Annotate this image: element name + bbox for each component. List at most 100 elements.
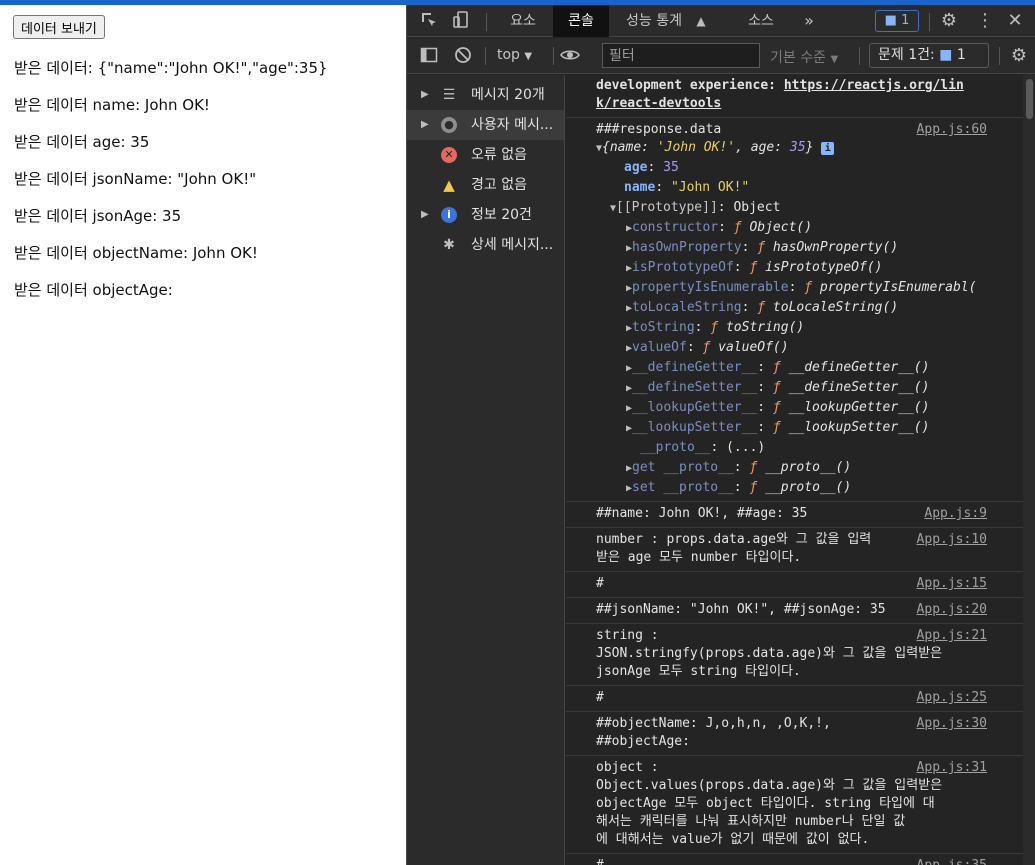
prototype-method-row[interactable]: ▶hasOwnProperty: ƒ hasOwnProperty() xyxy=(626,238,898,259)
received-objectname-line: 받은 데이터 objectName: John OK! xyxy=(14,244,258,262)
console-sidebar: ▶ ☰ 메시지 20개 ▶ ● 사용자 메시... ✕ 오류 없음 ▲ 경고 없… xyxy=(407,75,565,865)
issues-badge-count: 1 xyxy=(901,13,910,28)
setter-keyword: set xyxy=(632,480,656,495)
function-marker: ƒ xyxy=(772,420,789,435)
devtools-panel: 요소 콘솔 성능 통계 ▲ 소스 » ■ 1 ⚙ ⋮ ✕ top ▼ 기본 수준… xyxy=(406,5,1035,865)
source-link[interactable]: App.js:15 xyxy=(917,575,987,593)
getter-keyword: get xyxy=(632,460,656,475)
source-link[interactable]: App.js:35 xyxy=(917,857,987,865)
expand-arrow-icon[interactable]: ▶ xyxy=(421,200,429,230)
console-scrollbar[interactable] xyxy=(1023,75,1035,865)
user-icon: ● xyxy=(441,117,457,133)
preview-value: 35 xyxy=(789,140,806,155)
close-icon[interactable]: ✕ xyxy=(1005,11,1025,31)
tab-sources[interactable]: 소스 xyxy=(737,5,785,37)
source-link[interactable]: App.js:20 xyxy=(917,601,987,619)
property-value: Object xyxy=(733,200,781,215)
function-marker: ƒ xyxy=(702,340,719,355)
react-devtools-link[interactable]: https://reactjs.org/lin xyxy=(784,78,964,93)
source-link[interactable]: App.js:10 xyxy=(917,531,987,549)
function-marker: ƒ xyxy=(772,400,789,415)
sidebar-item-label: 경고 없음 xyxy=(471,177,527,193)
toolbar-separator xyxy=(999,47,1000,65)
function-marker: ƒ xyxy=(733,220,750,235)
sidebar-item-messages[interactable]: ▶ ☰ 메시지 20개 xyxy=(407,80,564,110)
source-link[interactable]: App.js:25 xyxy=(917,689,987,707)
prototype-method-row[interactable]: ▶__lookupSetter__: ƒ __lookupSetter__() xyxy=(626,418,929,439)
inspect-element-icon[interactable] xyxy=(419,11,439,31)
gear-icon[interactable]: ⚙ xyxy=(939,11,959,31)
prototype-method-row[interactable]: ▶toString: ƒ toString() xyxy=(626,318,804,339)
sidebar-item-user-messages[interactable]: ▶ ● 사용자 메시... xyxy=(407,110,564,140)
console-settings-gear-icon[interactable]: ⚙ xyxy=(1009,46,1029,66)
property-key: hasOwnProperty xyxy=(632,240,742,255)
prototype-method-row[interactable]: ▶isPrototypeOf: ƒ isPrototypeOf() xyxy=(626,258,883,279)
source-link[interactable]: App.js:60 xyxy=(917,121,987,139)
issues-count: 1 xyxy=(956,47,966,63)
property-value[interactable]: (...) xyxy=(726,440,765,455)
prototype-method-row[interactable]: ▶valueOf: ƒ valueOf() xyxy=(626,338,789,359)
property-key: isPrototypeOf xyxy=(632,260,734,275)
console-message: ##objectName: J,o,h,n, ,O,K,!, ##objectA… xyxy=(566,712,1023,756)
source-link[interactable]: App.js:31 xyxy=(917,759,987,777)
log-level-select[interactable]: 기본 수준 ▼ xyxy=(770,47,838,67)
log-level-label: 기본 수준 xyxy=(770,50,826,66)
sidebar-item-warnings[interactable]: ▲ 경고 없음 xyxy=(407,170,564,200)
prototype-method-row[interactable]: ▶__defineGetter__: ƒ __defineGetter__() xyxy=(626,358,929,379)
source-link[interactable]: App.js:9 xyxy=(924,505,987,523)
filter-input[interactable] xyxy=(602,43,760,68)
prototype-method-row[interactable]: ▶toLocaleString: ƒ toLocaleString() xyxy=(626,298,898,319)
tab-console[interactable]: 콘솔 xyxy=(553,5,609,37)
property-value: toLocaleString() xyxy=(772,300,899,315)
property-key: __defineGetter__ xyxy=(632,360,758,375)
more-options-icon[interactable]: ⋮ xyxy=(975,11,995,31)
react-devtools-link-continued[interactable]: k/react-devtools xyxy=(596,95,721,113)
source-link[interactable]: App.js:21 xyxy=(917,627,987,645)
clear-console-icon[interactable] xyxy=(453,46,473,66)
object-property-row[interactable]: ▶set __proto__: ƒ __proto__() xyxy=(626,478,851,499)
sidebar-toggle-icon[interactable] xyxy=(419,46,439,66)
property-key: propertyIsEnumerable xyxy=(632,280,789,295)
toolbar-separator xyxy=(553,47,554,65)
object-property-row[interactable]: ▶get __proto__: ƒ __proto__() xyxy=(626,458,851,479)
prototype-method-row[interactable]: ▶__lookupGetter__: ƒ __lookupGetter__() xyxy=(626,398,929,419)
source-link[interactable]: App.js:30 xyxy=(917,715,987,733)
more-tabs-button[interactable]: » xyxy=(795,5,823,37)
object-preview-row[interactable]: ▼{name: 'John OK!', age: 35} i xyxy=(596,138,835,159)
info-icon[interactable]: i xyxy=(821,142,835,155)
eye-icon[interactable] xyxy=(560,46,580,66)
console-message: development experience: https://reactjs.… xyxy=(566,75,1023,118)
expand-arrow-icon[interactable]: ▶ xyxy=(421,80,429,110)
expand-arrow-icon[interactable]: ▶ xyxy=(421,110,429,140)
issues-label: 문제 1건: xyxy=(878,47,935,63)
console-message: # App.js:25 xyxy=(566,686,1023,712)
context-select[interactable]: top ▼ xyxy=(497,47,532,63)
device-toolbar-icon[interactable] xyxy=(451,11,471,31)
console-message: object : Object.values(props.data.age)와 … xyxy=(566,756,1023,854)
issues-badge[interactable]: ■ 1 xyxy=(875,10,919,32)
console-message: ##jsonName: "John OK!", ##jsonAge: 35 App… xyxy=(566,598,1023,624)
sidebar-item-label: 상세 메시지... xyxy=(471,237,554,253)
send-data-button[interactable]: 데이터 보내기 xyxy=(13,15,105,39)
property-key: toString xyxy=(632,320,695,335)
received-objectage-line: 받은 데이터 objectAge: xyxy=(14,281,173,299)
tab-performance[interactable]: 성능 통계 xyxy=(619,5,689,37)
scrollbar-thumb[interactable] xyxy=(1026,79,1033,119)
prototype-method-row[interactable]: ▶propertyIsEnumerable: ƒ propertyIsEnume… xyxy=(626,278,976,299)
sidebar-item-errors[interactable]: ✕ 오류 없음 xyxy=(407,140,564,170)
prototype-method-row[interactable]: ▶constructor: ƒ Object() xyxy=(626,218,812,239)
received-jsonage-line: 받은 데이터 jsonAge: 35 xyxy=(14,207,182,225)
sidebar-item-info[interactable]: ▶ i 정보 20건 xyxy=(407,200,564,230)
prototype-method-row[interactable]: ▶__defineSetter__: ƒ __defineSetter__() xyxy=(626,378,929,399)
list-icon: ☰ xyxy=(442,87,456,103)
property-value: __lookupGetter__() xyxy=(788,400,930,415)
prototype-row[interactable]: ▼[[Prototype]]: Object xyxy=(610,198,780,219)
devtools-tab-bar: 요소 콘솔 성능 통계 ▲ 소스 » ■ 1 ⚙ ⋮ ✕ xyxy=(407,5,1035,37)
object-property-row: __proto__: (...) xyxy=(640,440,766,455)
property-value: hasOwnProperty() xyxy=(772,240,899,255)
issues-button[interactable]: 문제 1건: ■ 1 xyxy=(869,43,989,68)
tab-elements[interactable]: 요소 xyxy=(499,5,547,37)
sidebar-item-verbose[interactable]: ✱ 상세 메시지... xyxy=(407,230,564,260)
property-key: toLocaleString xyxy=(632,300,742,315)
console-message: number : props.data.age와 그 값을 입력 받은 age … xyxy=(566,528,1023,572)
